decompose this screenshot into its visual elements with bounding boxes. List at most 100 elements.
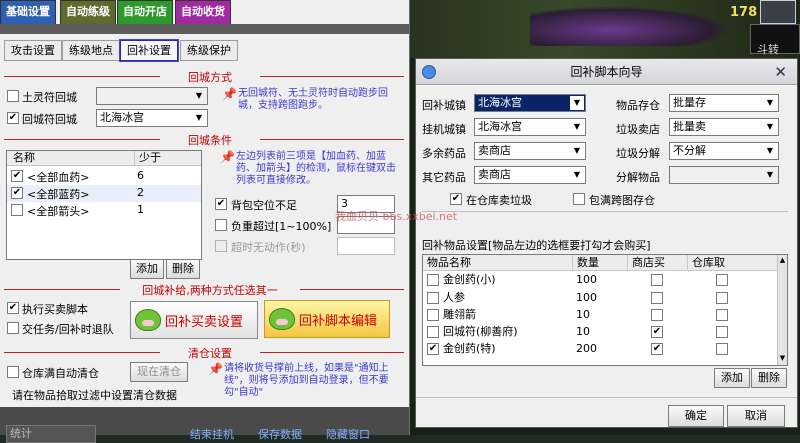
table-row[interactable]: 回城符(柳善府) 10 ✔: [423, 324, 779, 340]
tab-strip: [0, 24, 409, 34]
auto-clear-label: 仓库满自动清仓: [22, 367, 99, 380]
store-items-select[interactable]: 批量存 ▼: [669, 94, 779, 112]
sell-junk-in-warehouse-label: 在仓库卖垃圾: [466, 194, 532, 207]
return-rune-checkbox[interactable]: ✔: [7, 112, 19, 124]
warehouse-take-checkbox[interactable]: [716, 274, 728, 286]
cancel-button[interactable]: 取消: [727, 405, 785, 427]
column-header-warehouse-take[interactable]: 仓库取: [688, 255, 778, 271]
warehouse-take-checkbox[interactable]: [716, 292, 728, 304]
shop-buy-checkbox[interactable]: ✔: [651, 343, 663, 355]
footer-select[interactable]: 统计: [6, 425, 96, 443]
condition-list[interactable]: 名称 少于 ✔ <全部血药> 6 ✔ <全部蓝药> 2 <全部箭头> 1: [6, 150, 202, 260]
subtab-level-protect[interactable]: 练级保护: [180, 40, 238, 61]
list-item[interactable]: ✔ <全部血药> 6: [7, 168, 201, 185]
sell-junk-select[interactable]: 批量卖 ▼: [669, 118, 779, 136]
subtab-level-location[interactable]: 练级地点: [62, 40, 120, 61]
buy-sell-settings-button[interactable]: 回补买卖设置: [130, 301, 258, 339]
scroll-up-icon[interactable]: ▲: [778, 255, 787, 265]
script-edit-button[interactable]: 回补脚本编辑: [264, 300, 390, 338]
add-condition-button[interactable]: 添加: [130, 259, 164, 279]
idle-town-select[interactable]: 北海冰宫 ▼: [474, 118, 586, 136]
restock-items-table[interactable]: 物品名称 数量 商店买 仓库取 金创药(小) 100 人参 100 雕翎箭 10: [422, 254, 788, 366]
list-item[interactable]: <全部箭头> 1: [7, 202, 201, 219]
row-checkbox[interactable]: [427, 326, 439, 338]
tab-basic-settings[interactable]: 基础设置: [0, 0, 56, 24]
delete-item-button[interactable]: 删除: [751, 368, 787, 388]
overweight-checkbox[interactable]: [215, 219, 227, 231]
item-qty: 100: [576, 291, 597, 304]
return-rune-label: 回城符回城: [22, 113, 77, 126]
decompose-items-select[interactable]: ▼: [669, 166, 779, 184]
scroll-down-icon[interactable]: ▼: [778, 353, 787, 363]
clear-now-button[interactable]: 现在清仓: [130, 362, 188, 382]
restock-town-select[interactable]: 北海冰宫 ▼: [474, 94, 586, 112]
decompose-junk-select[interactable]: 不分解 ▼: [669, 142, 779, 160]
dialog-title-bar: 回补脚本向导 ✕: [416, 59, 797, 85]
table-scrollbar[interactable]: ▲ ▼: [777, 255, 787, 365]
warehouse-hint: 请在物品拾取过滤中设置清仓数据: [12, 389, 177, 402]
tab-auto-receive[interactable]: 自动收货: [175, 0, 231, 24]
tab-auto-shop[interactable]: 自动开店: [117, 0, 173, 24]
delete-condition-button[interactable]: 删除: [166, 259, 200, 279]
shop-buy-checkbox[interactable]: ✔: [651, 326, 663, 338]
warehouse-take-checkbox[interactable]: [716, 343, 728, 355]
column-header-item-name[interactable]: 物品名称: [423, 255, 573, 271]
bag-full-checkbox[interactable]: ✔: [215, 198, 227, 210]
shop-buy-checkbox[interactable]: [651, 274, 663, 286]
full-bag-cross-label: 包满跨图存仓: [589, 194, 655, 207]
warehouse-take-checkbox[interactable]: [716, 309, 728, 321]
run-script-checkbox[interactable]: ✔: [7, 302, 19, 314]
full-bag-cross-checkbox[interactable]: [573, 193, 585, 205]
score-readout: 178: [730, 5, 758, 20]
other-potion-select[interactable]: 卖商店 ▼: [474, 166, 586, 184]
items-section-title: 回补物品设置[物品左边的选框要打勾才会购买]: [422, 239, 651, 252]
row-checkbox[interactable]: [427, 309, 439, 321]
ok-button[interactable]: 确定: [668, 405, 724, 427]
minimap-icon[interactable]: [760, 0, 796, 24]
timeout-input[interactable]: [337, 237, 395, 255]
table-row[interactable]: 人参 100: [423, 290, 779, 306]
table-row[interactable]: ✔ 金创药(特) 200 ✔: [423, 341, 779, 357]
warehouse-note: 请将收货号撑前上线，如果是"通知上线"，则将号添加到自动登录，但不要勾"自动": [224, 363, 389, 398]
item-qty: 100: [576, 273, 597, 286]
row-checkbox[interactable]: ✔: [11, 170, 23, 182]
save-data-link[interactable]: 保存数据: [258, 426, 302, 442]
timeout-checkbox[interactable]: [215, 240, 227, 252]
shop-buy-checkbox[interactable]: [651, 309, 663, 321]
column-header-name[interactable]: 名称: [7, 151, 135, 166]
table-row[interactable]: 雕翎箭 10: [423, 307, 779, 323]
team-retreat-checkbox[interactable]: [7, 322, 19, 334]
tab-auto-leveling[interactable]: 自动练级: [60, 0, 116, 24]
column-header-qty[interactable]: 数量: [573, 255, 628, 271]
section-title-return-method: 回城方式: [160, 69, 260, 85]
column-header-less-than[interactable]: 少于: [135, 151, 201, 166]
hide-window-link[interactable]: 隐藏窗口: [326, 426, 370, 442]
shop-buy-checkbox[interactable]: [651, 292, 663, 304]
table-row[interactable]: 金创药(小) 100: [423, 272, 779, 288]
run-script-label: 执行买卖脚本: [22, 303, 88, 316]
add-item-button[interactable]: 添加: [714, 368, 750, 388]
row-checkbox[interactable]: [11, 204, 23, 216]
row-checkbox[interactable]: [427, 292, 439, 304]
earth-rune-town-select[interactable]: ▼: [96, 87, 208, 105]
earth-rune-checkbox[interactable]: [7, 90, 19, 102]
extra-potion-select[interactable]: 卖商店 ▼: [474, 142, 586, 160]
column-header-shop-buy[interactable]: 商店买: [628, 255, 688, 271]
sell-junk-in-warehouse-checkbox[interactable]: ✔: [450, 193, 462, 205]
item-name: 金创药(特): [443, 342, 496, 355]
subtab-restock[interactable]: 回补设置: [119, 39, 179, 62]
subtab-attack[interactable]: 攻击设置: [4, 40, 62, 61]
row-checkbox[interactable]: ✔: [427, 343, 439, 355]
warehouse-take-checkbox[interactable]: [716, 326, 728, 338]
item-qty: 200: [576, 342, 597, 355]
pig-icon: [135, 309, 161, 331]
field-label-restock-town: 回补城镇: [422, 99, 466, 112]
close-icon[interactable]: ✕: [774, 59, 787, 85]
stop-leveling-link[interactable]: 结束挂机: [190, 426, 234, 442]
list-item[interactable]: ✔ <全部蓝药> 2: [7, 185, 201, 202]
return-rune-town-select[interactable]: 北海冰宫 ▼: [96, 109, 208, 127]
watermark: 我血贝贝 bbs.xxbei.net: [335, 210, 458, 223]
row-checkbox[interactable]: [427, 274, 439, 286]
row-checkbox[interactable]: ✔: [11, 187, 23, 199]
auto-clear-checkbox[interactable]: [7, 366, 19, 378]
